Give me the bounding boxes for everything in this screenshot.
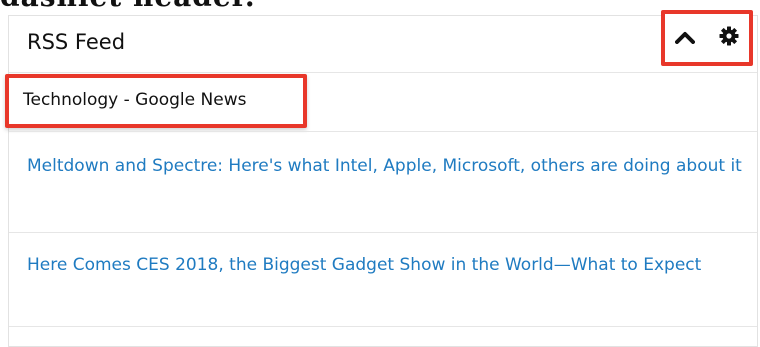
divider xyxy=(9,232,757,233)
gear-icon xyxy=(719,26,739,50)
feed-title-highlight: Technology - Google News xyxy=(5,74,307,128)
feed-item-link[interactable]: Meltdown and Spectre: Here's what Intel,… xyxy=(27,151,747,181)
page-heading: dashlet header. xyxy=(0,0,256,13)
divider xyxy=(9,326,757,327)
chevron-up-icon xyxy=(675,29,695,48)
rss-feed-dashlet: RSS Feed Technology - Google News Meltdo… xyxy=(5,10,758,347)
dashlet-title: RSS Feed xyxy=(27,30,126,54)
divider xyxy=(9,131,757,132)
dashlet-header-actions xyxy=(661,10,753,66)
feed-title: Technology - Google News xyxy=(23,90,247,110)
feed-item-link[interactable]: Here Comes CES 2018, the Biggest Gadget … xyxy=(27,250,747,280)
collapse-button[interactable] xyxy=(674,27,696,49)
dashlet-header: RSS Feed xyxy=(9,16,757,73)
settings-button[interactable] xyxy=(718,26,740,50)
